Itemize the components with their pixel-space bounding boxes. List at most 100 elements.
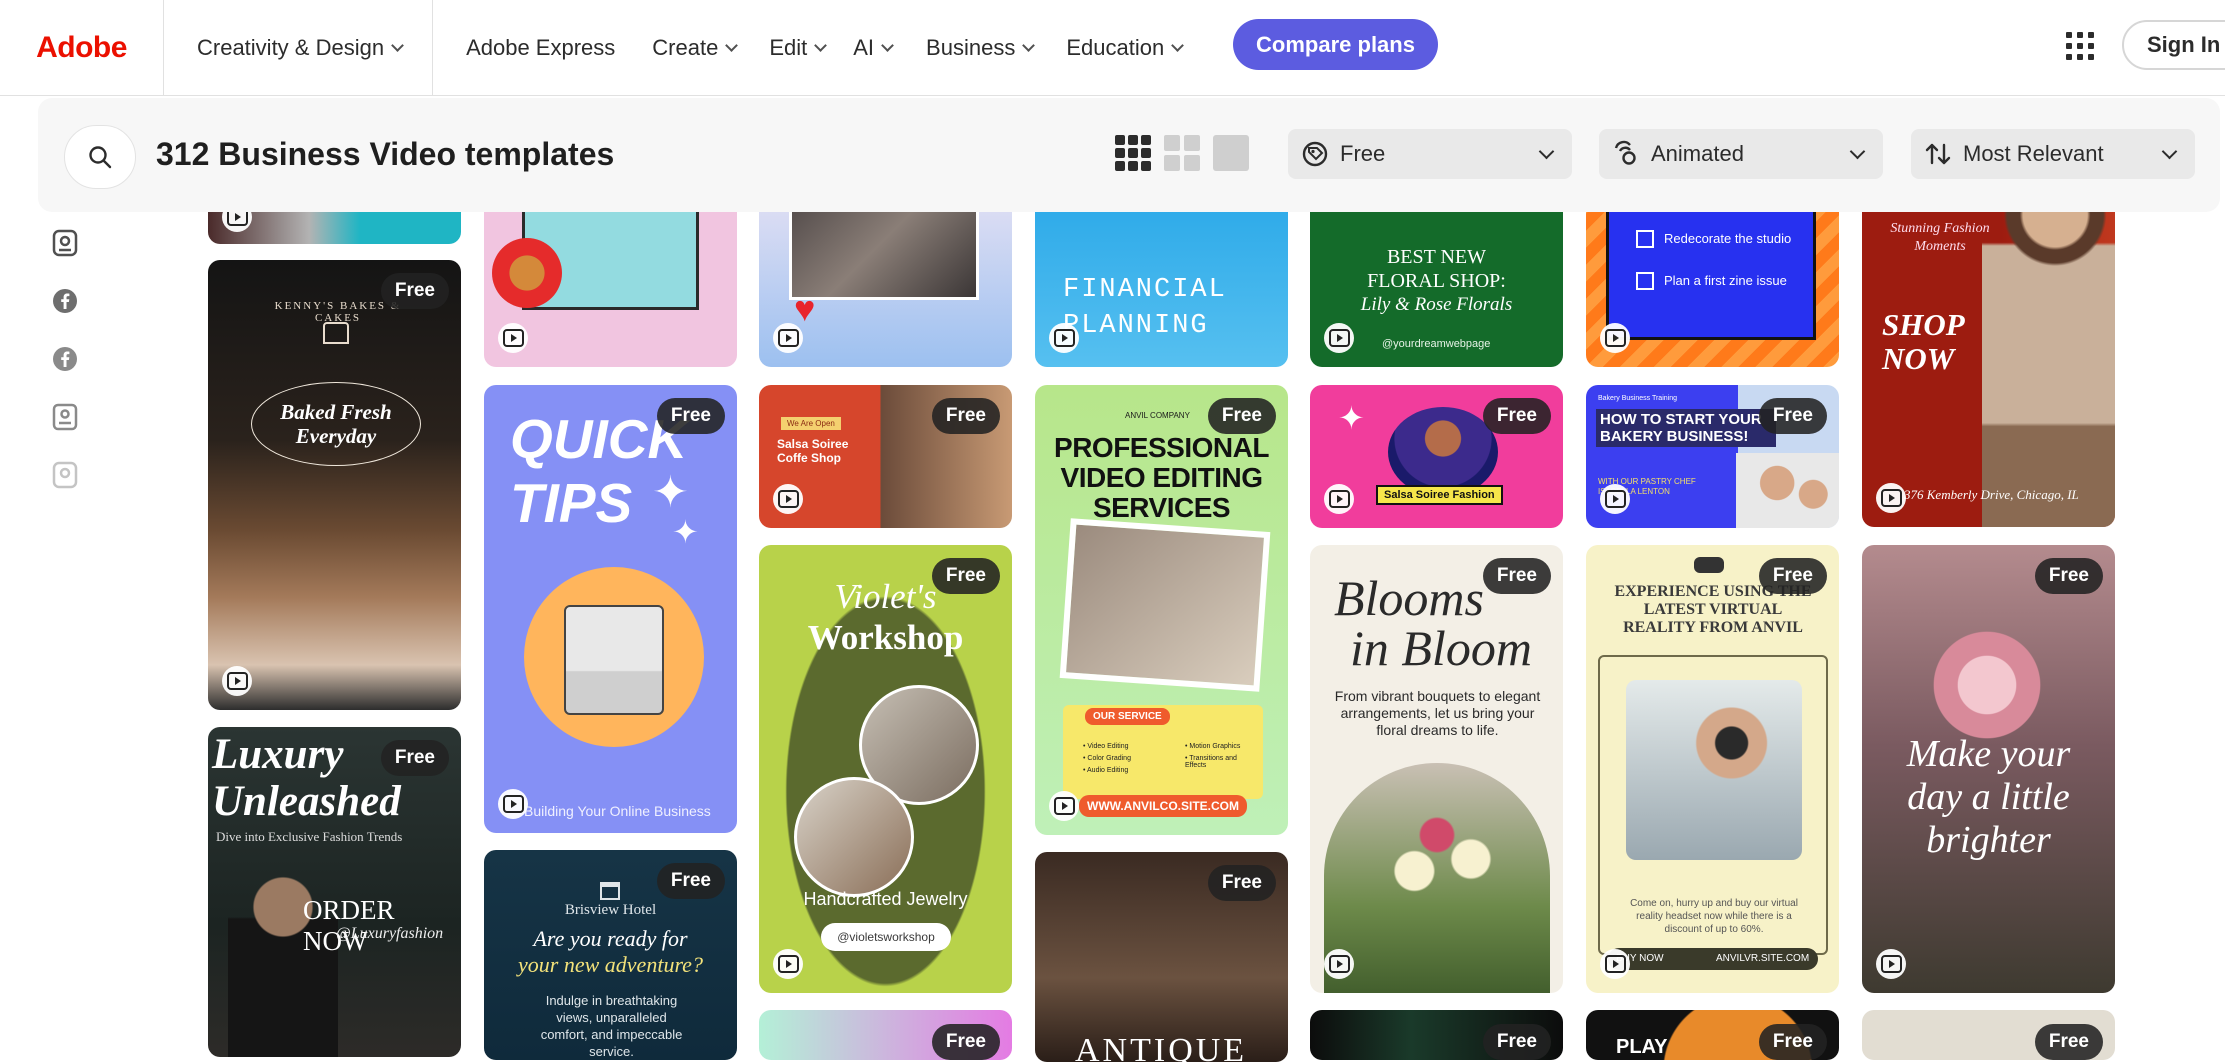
free-badge: Free — [1758, 398, 1827, 434]
grid-view-large-icon[interactable] — [1213, 135, 1249, 171]
card-body: Come on, hurry up and buy our virtual re… — [1630, 898, 1798, 935]
card-title: PROFESSIONAL VIDEO EDITING SERVICES — [1054, 432, 1269, 523]
video-indicator-icon — [498, 789, 528, 819]
service-item: • Transitions and Effects — [1185, 755, 1237, 769]
sparkle-icon: ✦ — [672, 514, 699, 550]
profile-card-icon[interactable] — [50, 402, 80, 432]
card-title-2: Workshop — [807, 618, 964, 657]
template-card-quick-tips[interactable]: Free QUICK TIPS ✦ ✦ Building Your Online… — [484, 385, 737, 833]
search-button[interactable] — [64, 125, 136, 189]
sign-in-button[interactable]: Sign In — [2122, 20, 2225, 70]
person-photo — [1388, 407, 1498, 497]
video-indicator-icon — [773, 323, 803, 353]
free-badge: Free — [656, 863, 725, 899]
nav-adobe-express[interactable]: Adobe Express — [466, 35, 615, 61]
template-card-video-editing[interactable]: Free ANVIL COMPANY PROFESSIONAL VIDEO ED… — [1035, 385, 1288, 835]
nav-create[interactable]: Create — [652, 35, 739, 61]
card-title: Salsa Soiree Fashion — [1376, 485, 1503, 505]
template-card-violet-workshop[interactable]: Free Violet's Workshop Handcrafted Jewel… — [759, 545, 1012, 993]
template-card-coffee[interactable]: Free We Are Open Salsa Soiree Coffe Shop — [759, 385, 1012, 528]
chevron-down-icon — [1849, 143, 1866, 160]
animation-filter-dropdown[interactable]: Animated — [1599, 129, 1883, 179]
free-badge: Free — [931, 558, 1000, 594]
card-body: From vibrant bouquets to elegant arrange… — [1334, 688, 1541, 738]
price-filter-dropdown[interactable]: Free — [1288, 129, 1572, 179]
template-card-brighter-day[interactable]: Free Make your day a little brighter — [1862, 545, 2115, 993]
template-card-luxury[interactable]: Free Luxury Unleashed Dive into Exclusiv… — [208, 727, 461, 1057]
card-title: BEST NEW — [1386, 246, 1487, 268]
nav-ai[interactable]: AI — [853, 34, 894, 61]
nav-creativity-design[interactable]: Creativity & Design — [197, 34, 404, 61]
card-handle: @violetsworkshop — [821, 923, 951, 951]
free-badge: Free — [380, 740, 449, 776]
free-badge: Free — [931, 398, 1000, 434]
template-card-bakery[interactable]: Free KENNY'S BAKES & CAKES Baked Fresh E… — [208, 260, 461, 710]
sort-dropdown[interactable]: Most Relevant — [1911, 129, 2195, 179]
template-card-vr[interactable]: Free EXPERIENCE USING THE LATEST VIRTUAL… — [1586, 545, 1839, 993]
nav-business-label: Business — [926, 34, 1016, 60]
card-handle: @yourdreamwebpage — [1382, 338, 1491, 350]
search-icon — [89, 146, 112, 169]
card-brand-text: Brisview Hotel — [564, 902, 657, 918]
video-indicator-icon — [1600, 484, 1630, 514]
free-badge: Free — [1482, 1024, 1551, 1060]
template-card-hotel[interactable]: Free Brisview Hotel Are you ready for yo… — [484, 850, 737, 1060]
template-card-salsa-fashion[interactable]: Free ✦ Salsa Soiree Fashion — [1310, 385, 1563, 528]
grid-view-dense-icon[interactable] — [1115, 135, 1151, 171]
chevron-down-icon — [881, 38, 894, 52]
nav-divider — [432, 0, 434, 96]
video-indicator-icon — [1049, 323, 1079, 353]
template-card-blooms[interactable]: Free Blooms in Bloom From vibrant bouque… — [1310, 545, 1563, 993]
app-grid-icon[interactable] — [2066, 32, 2094, 60]
cake-icon — [323, 322, 349, 344]
template-card-partial-bottom-7[interactable]: Free — [1862, 1010, 2115, 1060]
photo-graphic — [1059, 518, 1271, 692]
card-title: Make your day a little brighter — [1906, 733, 2071, 861]
photo-circle — [794, 777, 914, 897]
grid-view-medium-icon[interactable] — [1164, 135, 1200, 171]
facebook-icon[interactable] — [50, 344, 80, 374]
free-badge: Free — [1207, 865, 1276, 901]
top-nav: Adobe Creativity & Design Adobe Express … — [0, 0, 2225, 96]
nav-business[interactable]: Business — [926, 34, 1036, 61]
nav-ai-label: AI — [853, 34, 875, 60]
template-card-shop-now[interactable]: Stunning Fashion Moments SHOP NOW 376 Ke… — [1862, 180, 2115, 527]
instagram-reel-icon[interactable] — [50, 228, 80, 258]
card-headline: Baked Fresh Everyday — [251, 382, 421, 466]
nav-education[interactable]: Education — [1066, 35, 1185, 61]
template-card-bakery-business[interactable]: Free Bakery Business Training HOW TO STA… — [1586, 385, 1839, 528]
nav-edit[interactable]: Edit — [769, 34, 828, 61]
free-badge: Free — [656, 398, 725, 434]
card-tag: We Are Open — [781, 417, 841, 430]
checkbox-icon — [1636, 272, 1654, 290]
animation-icon — [1614, 140, 1636, 165]
facebook-icon[interactable] — [50, 286, 80, 316]
page-title: 312 Business Video templates — [156, 136, 615, 172]
card-url: WWW.ANVILCO.SITE.COM — [1079, 795, 1247, 817]
sparkle-icon: ✦ — [1338, 400, 1365, 436]
card-tag: Bakery Business Training — [1598, 395, 1677, 402]
adobe-logo[interactable]: Adobe — [0, 0, 164, 96]
service-label: OUR SERVICE — [1085, 708, 1170, 725]
card-headline-text: Baked Fresh Everyday — [280, 400, 392, 448]
chevron-down-icon — [2161, 143, 2178, 160]
service-item: • Color Grading — [1083, 755, 1131, 762]
story-icon[interactable] — [50, 460, 80, 490]
nav-creativity-label: Creativity & Design — [197, 34, 385, 60]
nav-edit-label: Edit — [769, 34, 808, 60]
template-card-partial-bottom-5[interactable]: Free — [1310, 1010, 1563, 1060]
free-badge: Free — [1758, 558, 1827, 594]
compare-plans-button[interactable]: Compare plans — [1233, 19, 1438, 70]
animation-filter-label: Animated — [1651, 141, 1744, 166]
card-body: Indulge in breathtaking views, unparalle… — [540, 993, 683, 1059]
template-card-antique[interactable]: Free ANTIQUE — [1035, 852, 1288, 1062]
card-tag: ANVIL COMPANY — [1125, 411, 1190, 420]
price-filter-label: Free — [1340, 141, 1386, 166]
todo-item: Plan a first zine issue — [1664, 273, 1787, 288]
template-card-partial-bottom-3[interactable]: Free — [759, 1010, 1012, 1060]
video-indicator-icon — [1600, 949, 1630, 979]
chevron-down-icon — [814, 38, 828, 52]
template-card-play[interactable]: Free PLAY — [1586, 1010, 1839, 1060]
card-title: ANTIQUE — [1075, 1032, 1248, 1062]
free-badge: Free — [2034, 1024, 2103, 1060]
